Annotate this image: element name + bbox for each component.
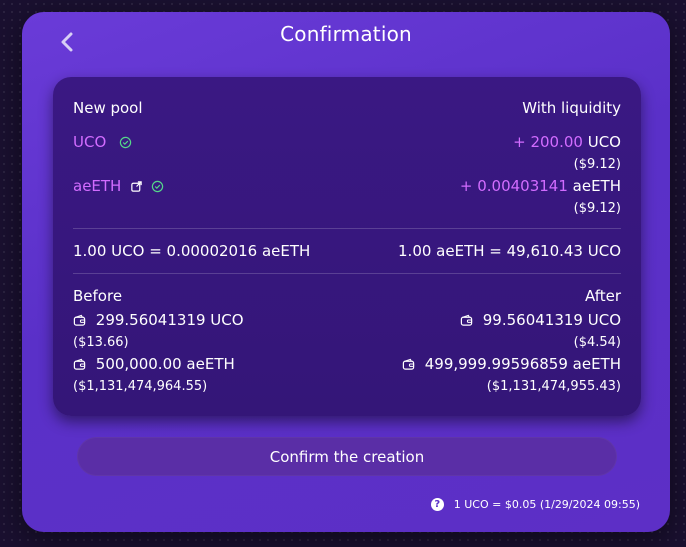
after-aeeth-amount: 499,999.99596859 aeETH — [424, 355, 621, 373]
divider — [73, 273, 621, 274]
with-liquidity-label: With liquidity — [522, 99, 621, 117]
page-title: Confirmation — [280, 22, 412, 46]
rate-uco-to-aeeth: 1.00 UCO = 0.00002016 aeETH — [73, 242, 311, 260]
token1-usd: ($9.12) — [573, 157, 621, 172]
price-info: 1 UCO = $0.05 (1/29/2024 09:55) — [453, 498, 640, 511]
after-label: After — [584, 287, 621, 305]
new-pool-label: New pool — [73, 99, 143, 117]
before-aeeth-amount: 500,000.00 aeETH — [95, 355, 235, 373]
token2-symbol: aeETH — [73, 177, 122, 195]
token1-unit: UCO — [587, 133, 621, 151]
confirmation-dialog: Confirmation New pool With liquidity UCO… — [22, 12, 670, 532]
divider — [73, 228, 621, 229]
summary-card: New pool With liquidity UCO + 200.00 UCO… — [53, 77, 641, 416]
wallet-icon — [402, 358, 415, 371]
external-link-icon[interactable] — [130, 180, 143, 193]
token2-usd: ($9.12) — [573, 201, 621, 216]
wallet-icon — [73, 358, 86, 371]
rate-aeeth-to-uco: 1.00 aeETH = 49,610.43 UCO — [398, 242, 621, 260]
before-label: Before — [73, 287, 123, 305]
token2-unit: aeETH — [572, 177, 621, 195]
verified-icon — [151, 180, 164, 193]
wallet-icon — [460, 314, 473, 327]
help-icon[interactable]: ? — [430, 498, 444, 511]
before-uco-usd: ($13.66) — [73, 335, 129, 350]
token1-amount: + 200.00 — [513, 133, 583, 151]
token2-amount: + 0.00403141 — [459, 177, 568, 195]
after-uco-amount: 99.56041319 UCO — [482, 311, 621, 329]
verified-icon — [119, 136, 132, 149]
before-uco-amount: 299.56041319 UCO — [95, 311, 244, 329]
wallet-icon — [73, 314, 86, 327]
confirm-creation-button[interactable]: Confirm the creation — [77, 437, 617, 476]
before-aeeth-usd: ($1,131,474,964.55) — [73, 379, 208, 394]
token1-symbol: UCO — [73, 133, 107, 151]
price-footer: ? 1 UCO = $0.05 (1/29/2024 09:55) — [430, 498, 640, 511]
after-uco-usd: ($4.54) — [573, 335, 621, 350]
after-aeeth-usd: ($1,131,474,955.43) — [486, 379, 621, 394]
